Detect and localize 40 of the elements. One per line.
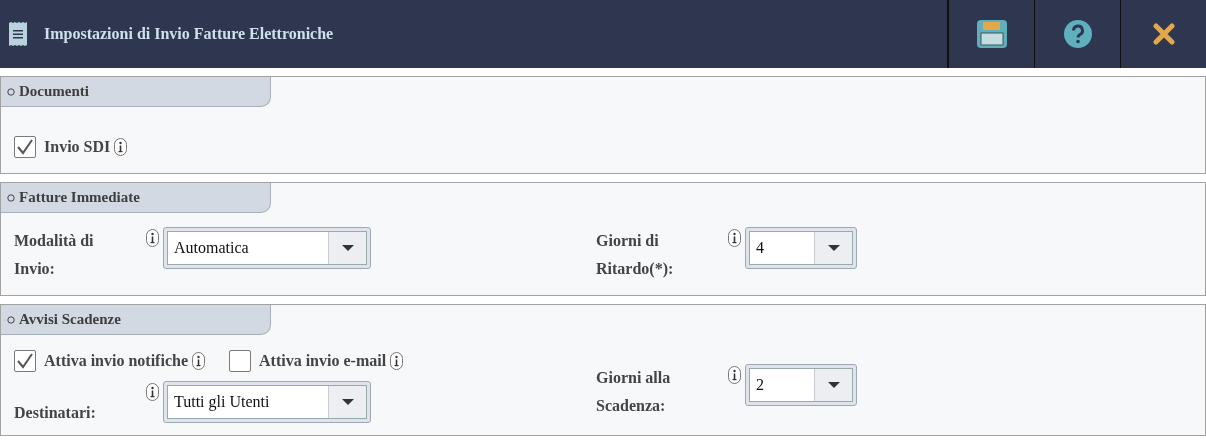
info-icon[interactable] [390,352,404,370]
dropdown-value: 4 [755,238,765,258]
bullet-icon [7,193,15,202]
info-icon[interactable] [728,229,741,247]
help-icon [1063,20,1092,48]
close-icon [1152,23,1175,45]
bullet-icon [7,315,15,324]
info-icon[interactable] [192,352,205,370]
save-icon [976,20,1007,48]
info-icon[interactable] [146,229,159,247]
info-icon[interactable] [728,366,741,384]
dropdown-field[interactable]: 4 [745,227,857,269]
checkbox-label: Invio SDI [44,137,111,157]
caret-icon [328,232,366,264]
dropdown-field[interactable]: 2 [745,364,857,406]
dropdown-field[interactable]: Tutti gli Utenti [163,381,371,423]
dropdown-field[interactable]: Automatica [163,227,371,269]
receipt-icon [8,21,28,47]
window-title: Impostazioni di Invio Fatture Elettroniche [44,24,335,45]
checkbox-label: Attiva invio notifiche [44,351,188,371]
bullet-icon [7,87,15,96]
section-title: Documenti [19,82,89,102]
checkbox[interactable] [229,350,251,372]
section-title: Avvisi Scadenze [19,310,121,330]
section-title: Fatture Immediate [19,188,140,208]
dropdown-value: 2 [755,375,765,395]
dropdown-value: Automatica [173,238,250,258]
checkbox[interactable] [14,136,36,158]
caret-icon [328,386,366,418]
field-label: Giorni alla Scadenza: [596,368,672,416]
field-label: Modalità di Invio: [14,231,95,279]
checkbox-label: Attiva invio e-mail [259,351,387,371]
caret-icon [814,232,852,264]
field-label: Destinatari: [14,403,97,423]
caret-icon [814,369,852,401]
field-label: Giorni di Ritardo(*): [596,231,675,280]
dropdown-value: Tutti gli Utenti [173,392,271,413]
info-icon[interactable] [146,383,159,401]
checkbox[interactable] [14,350,36,372]
info-icon[interactable] [114,138,128,156]
